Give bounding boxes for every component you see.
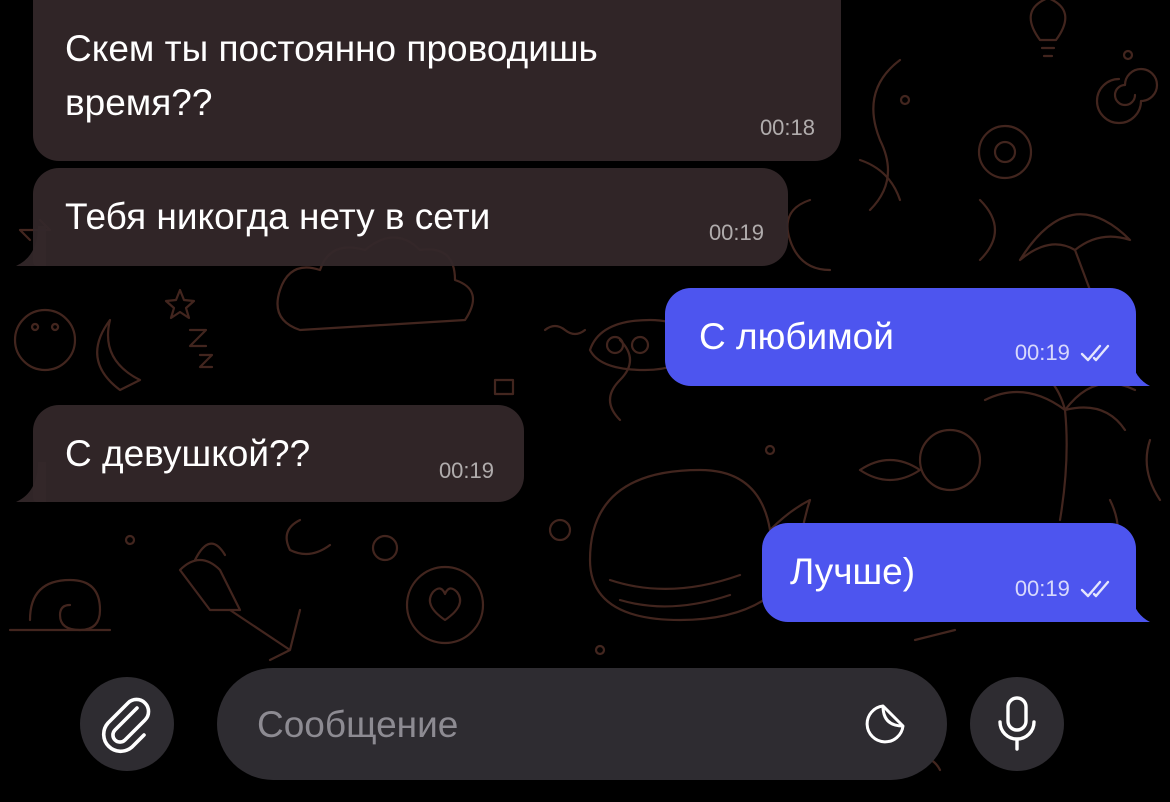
message-time: 00:19 — [1014, 340, 1070, 365]
double-check-icon — [1080, 344, 1110, 362]
message-input[interactable] — [255, 668, 819, 782]
paperclip-icon — [101, 697, 151, 754]
microphone-icon — [998, 696, 1036, 751]
message-bubble-incoming[interactable]: Тебя никогда нету в сети 00:19 — [33, 168, 788, 266]
voice-record-button[interactable] — [970, 677, 1064, 771]
message-meta: 00:19 — [1015, 342, 1114, 364]
sticker-icon — [865, 704, 905, 744]
message-bubble-incoming[interactable]: С девушкой?? 00:19 — [33, 405, 524, 502]
message-meta: 00:19 — [1015, 578, 1114, 600]
message-text: Скем ты постоянно проводишь время?? — [65, 28, 598, 123]
message-bubble-outgoing[interactable]: Лучше) 00:19 — [762, 523, 1136, 622]
message-time: 00:19 — [1014, 576, 1070, 601]
message-input-container[interactable] — [217, 668, 947, 782]
message-time: 00:19 — [438, 458, 494, 483]
double-check-icon — [1080, 580, 1110, 598]
message-bubble-incoming[interactable]: Скем ты постоянно проводишь время?? 00:1… — [33, 0, 841, 161]
message-time: 00:19 — [708, 220, 764, 245]
attach-button[interactable] — [80, 677, 174, 771]
sticker-button[interactable] — [857, 696, 913, 752]
message-time: 00:18 — [759, 115, 815, 140]
message-text: Лучше) — [790, 551, 916, 592]
message-text: Тебя никогда нету в сети — [65, 196, 491, 237]
message-text: С любимой — [699, 316, 894, 357]
message-text: С девушкой?? — [65, 433, 311, 474]
message-bubble-outgoing[interactable]: С любимой 00:19 — [665, 288, 1136, 386]
